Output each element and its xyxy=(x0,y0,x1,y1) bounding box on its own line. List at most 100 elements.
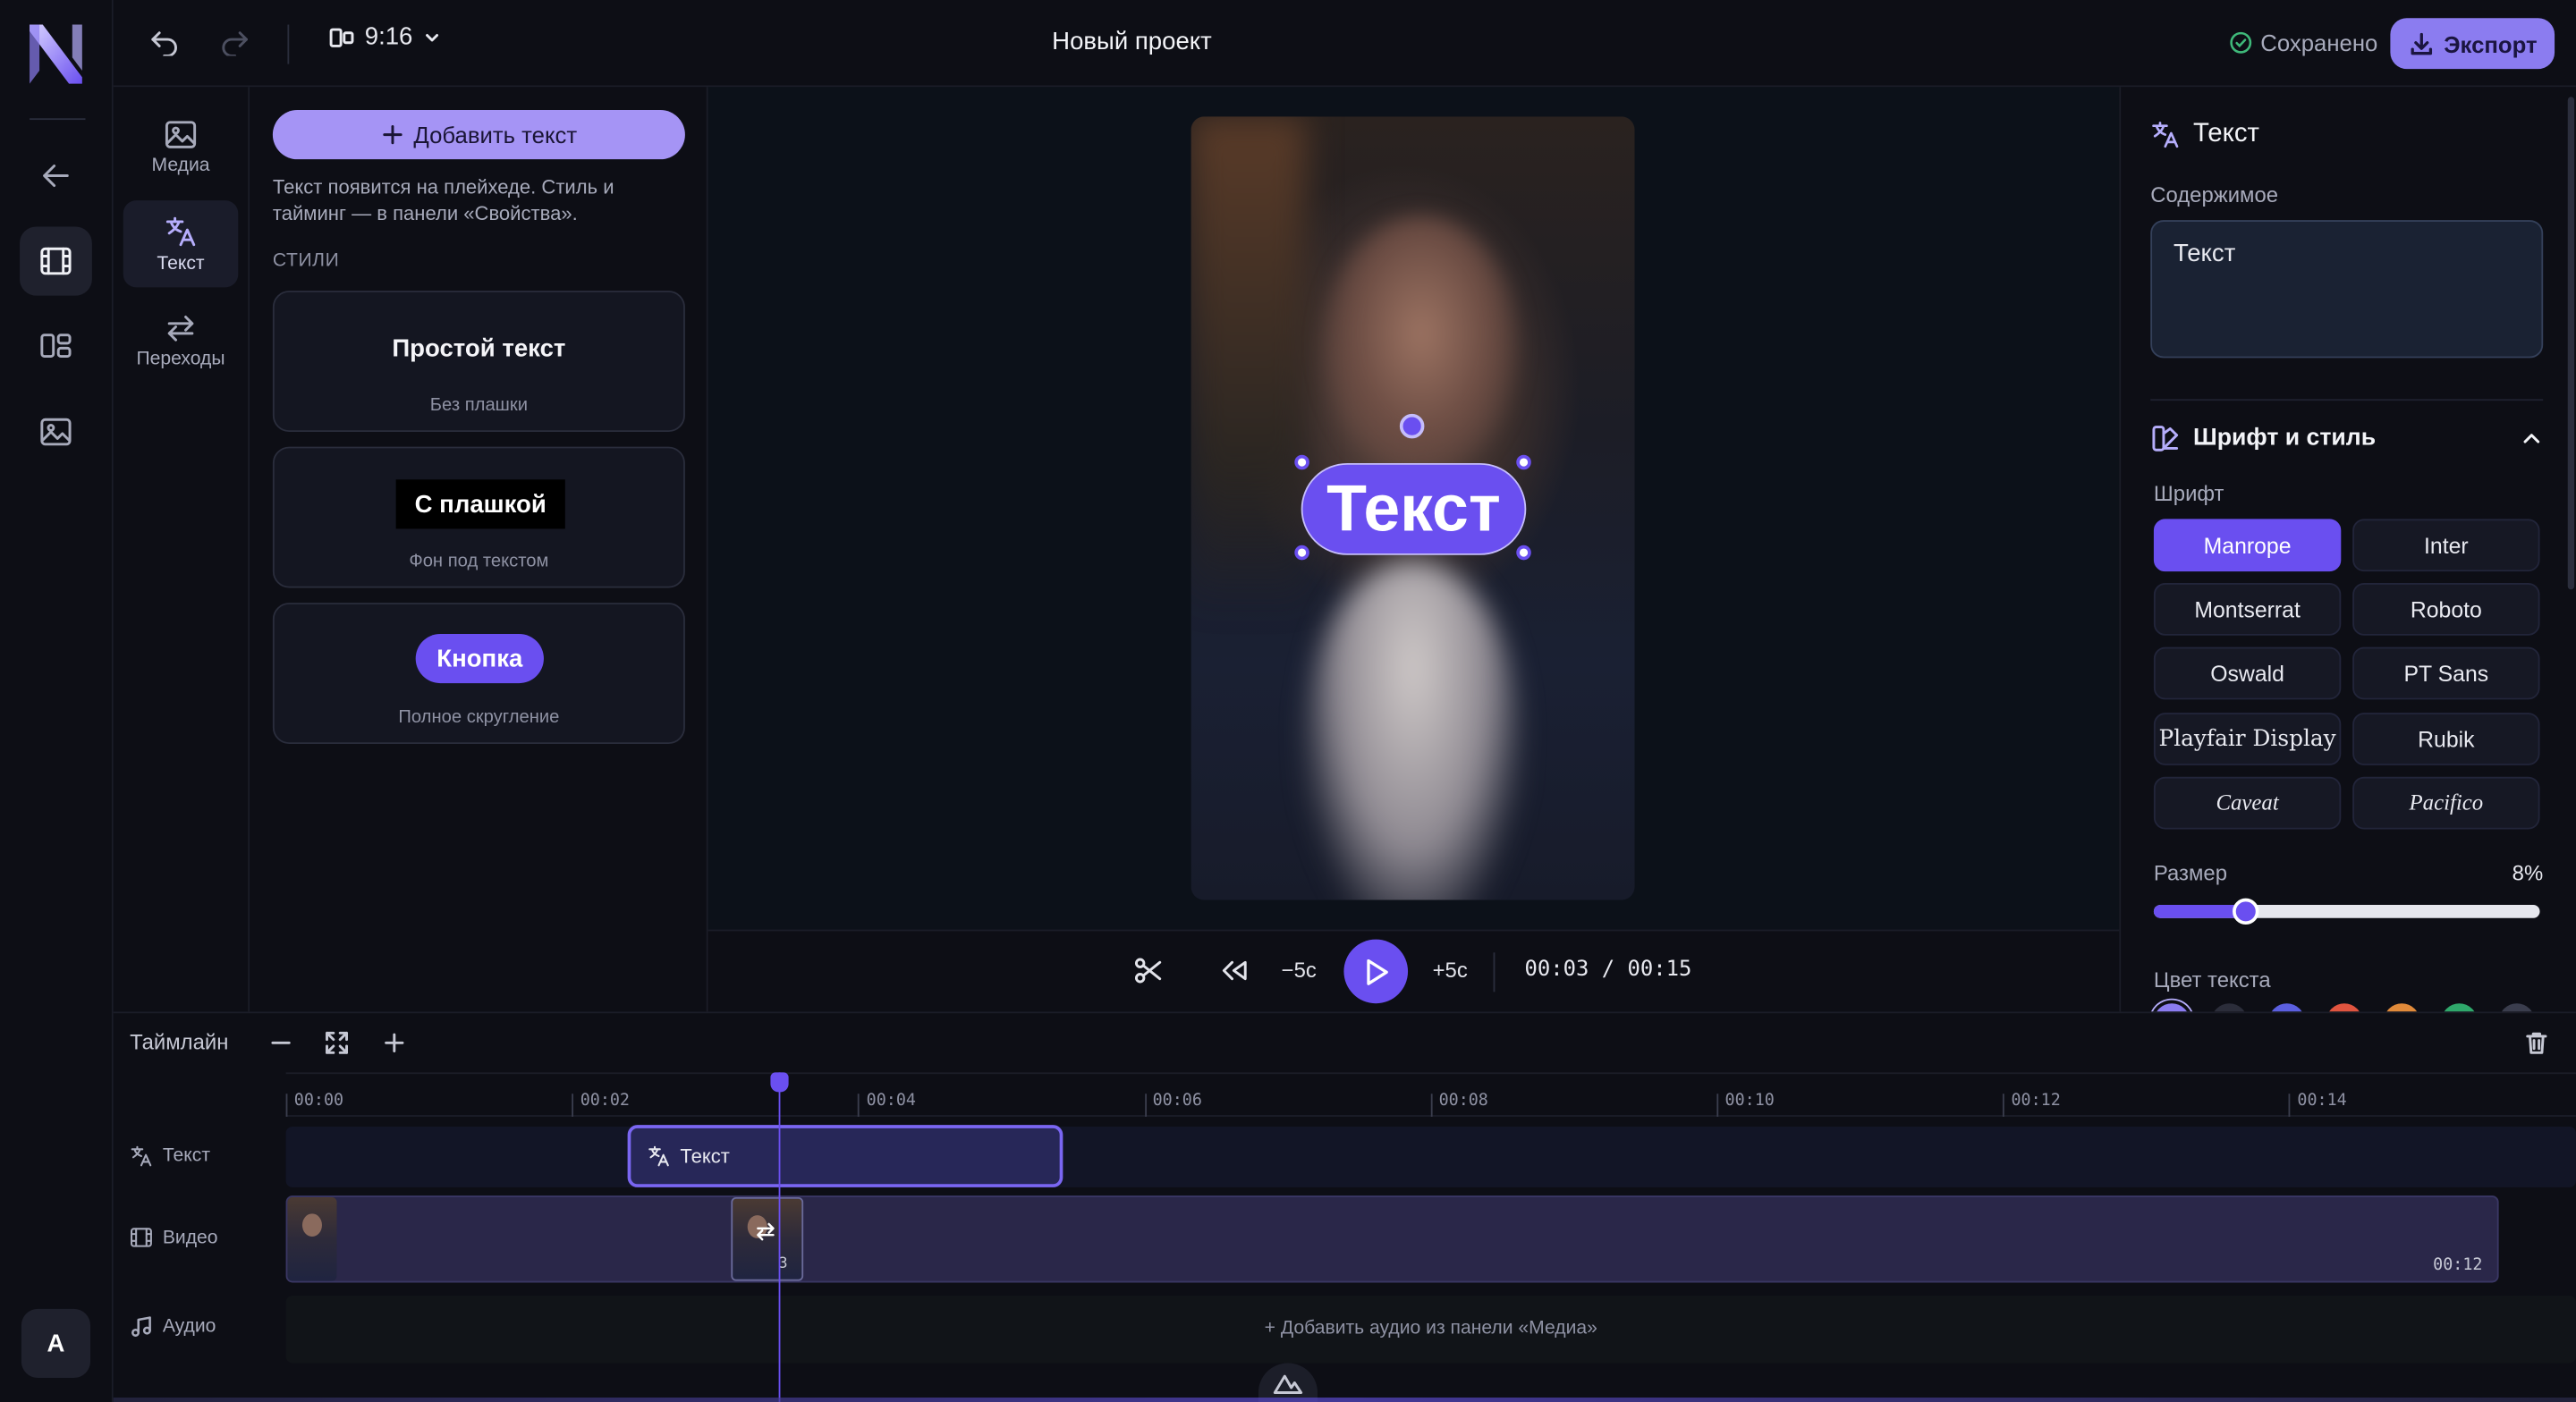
split-button[interactable] xyxy=(1133,956,1163,985)
properties-title-text: Текст xyxy=(2192,120,2259,148)
devtools-toggle[interactable] xyxy=(1258,1363,1318,1402)
export-label: Экспорт xyxy=(2444,30,2538,57)
back-5s-button[interactable]: −5с xyxy=(1282,958,1317,983)
image-icon xyxy=(165,120,197,148)
font-option-pacifico[interactable]: Pacifico xyxy=(2352,776,2540,830)
check-circle-icon xyxy=(2230,31,2252,54)
ruler-tick: 00:10 xyxy=(1716,1093,1775,1117)
rail-templates-button[interactable] xyxy=(20,312,92,381)
preview-text-overlay[interactable]: Текст xyxy=(1301,462,1527,555)
playhead-handle[interactable] xyxy=(770,1072,789,1093)
video-thumbnail xyxy=(287,1196,337,1281)
font-option-inter[interactable]: Inter xyxy=(2352,519,2540,572)
fit-timeline-button[interactable] xyxy=(324,1030,350,1056)
user-avatar[interactable]: A xyxy=(21,1308,91,1378)
add-audio-hint[interactable]: + Добавить аудио из панели «Медиа» xyxy=(286,1319,2576,1339)
tool-column: Медиа Текст Переходы xyxy=(113,87,250,1012)
font-option-pt-sans[interactable]: PT Sans xyxy=(2352,646,2540,700)
resize-handle-top-left[interactable] xyxy=(1294,454,1309,470)
delete-button[interactable] xyxy=(2523,1030,2549,1056)
ruler-tick: 00:00 xyxy=(285,1093,343,1117)
color-swatch[interactable] xyxy=(2326,1003,2363,1012)
rail-gallery-button[interactable] xyxy=(20,397,92,466)
size-slider[interactable] xyxy=(2153,898,2540,925)
redo-button[interactable] xyxy=(220,26,250,56)
style-card-button[interactable]: Кнопка Полное скругление xyxy=(272,603,685,745)
text-clip[interactable]: Текст xyxy=(627,1125,1063,1187)
properties-scrollbar[interactable] xyxy=(2567,97,2575,590)
transport-divider xyxy=(1493,952,1496,992)
aspect-ratio-select[interactable]: 9:16 xyxy=(328,23,442,51)
text-color-label: Цвет текста xyxy=(2153,967,2271,992)
translate-text-icon xyxy=(165,215,196,246)
back-button[interactable] xyxy=(20,141,92,210)
size-value: 8% xyxy=(2512,860,2544,885)
project-title[interactable]: Новый проект xyxy=(803,28,1461,55)
content-textarea[interactable]: Текст xyxy=(2150,220,2544,359)
tool-media[interactable]: Медиа xyxy=(123,104,239,190)
content-label: Содержимое xyxy=(2150,182,2279,207)
bottom-accent-line xyxy=(113,1398,2576,1402)
color-swatch[interactable] xyxy=(2384,1003,2420,1012)
translate-text-icon xyxy=(131,1145,152,1167)
forward-5s-button[interactable]: +5с xyxy=(1433,958,1468,983)
skip-back-icon xyxy=(1222,960,1247,981)
add-text-button[interactable]: Добавить текст xyxy=(272,110,685,160)
style-card-plain[interactable]: Простой текст Без плашки xyxy=(272,291,685,433)
redo-icon xyxy=(222,31,248,56)
style-plate-subtitle: Фон под текстом xyxy=(409,552,549,572)
style-card-plate[interactable]: С плашкой Фон под текстом xyxy=(272,446,685,588)
font-option-roboto[interactable]: Roboto xyxy=(2352,583,2540,636)
film-icon xyxy=(130,1228,152,1247)
top-bar: 9:16 Новый проект Сохранено Экспорт xyxy=(113,0,2576,88)
font-option-montserrat[interactable]: Montserrat xyxy=(2153,583,2342,636)
style-plain-title: Простой текст xyxy=(392,334,566,363)
font-option-oswald[interactable]: Oswald xyxy=(2153,646,2342,700)
font-option-manrope[interactable]: Manrope xyxy=(2153,519,2342,572)
font-label: Шрифт xyxy=(2153,481,2224,506)
font-option-rubik[interactable]: Rubik xyxy=(2352,713,2540,765)
color-swatch[interactable] xyxy=(2441,1003,2478,1012)
translate-text-icon xyxy=(648,1145,669,1167)
chevron-down-icon xyxy=(426,33,439,41)
jump-start-button[interactable] xyxy=(1221,958,1250,984)
timecode: 00:03 / 00:15 xyxy=(1524,958,1691,983)
transport-bar: −5с +5с 00:03 / 00:15 xyxy=(708,929,2120,1012)
font-option-playfair-display[interactable]: Playfair Display xyxy=(2153,713,2342,765)
playhead-line[interactable] xyxy=(778,1072,781,1402)
style-plain-subtitle: Без плашки xyxy=(429,395,529,416)
transition-swap-icon xyxy=(754,1222,777,1242)
color-swatch[interactable] xyxy=(2268,1003,2305,1012)
download-icon xyxy=(2410,31,2432,55)
time-separator: / xyxy=(1601,957,1615,983)
zoom-out-button[interactable] xyxy=(267,1030,293,1056)
color-swatch[interactable] xyxy=(2211,1003,2248,1012)
resize-handle-bottom-right[interactable] xyxy=(1516,545,1531,561)
time-ruler[interactable]: 00:00 00:02 00:04 00:06 00:08 00:10 00:12 00:14 xyxy=(285,1072,2576,1117)
video-clip[interactable] xyxy=(285,1195,2499,1283)
current-time: 00:03 xyxy=(1524,957,1589,983)
play-button[interactable] xyxy=(1343,939,1409,1004)
tool-text-label: Текст xyxy=(157,253,205,274)
undo-button[interactable] xyxy=(149,26,179,56)
export-button[interactable]: Экспорт xyxy=(2390,18,2555,70)
rotate-handle-icon[interactable] xyxy=(1399,413,1425,439)
font-option-caveat[interactable]: Caveat xyxy=(2153,776,2342,830)
track-label-video: Видео xyxy=(130,1227,218,1248)
app-logo[interactable] xyxy=(26,21,85,87)
color-swatch[interactable] xyxy=(2498,1003,2536,1012)
zoom-in-button[interactable] xyxy=(381,1030,407,1056)
ruler-tick: 00:08 xyxy=(1430,1093,1488,1117)
resize-handle-top-right[interactable] xyxy=(1516,454,1531,470)
rail-editor-button[interactable] xyxy=(20,226,92,296)
swap-arrows-icon xyxy=(167,315,194,341)
tool-transitions[interactable]: Переходы xyxy=(123,297,239,384)
video-subject-face xyxy=(1322,215,1520,478)
font-style-section-header[interactable]: Шрифт и стиль xyxy=(2150,424,2543,453)
rail-divider xyxy=(30,118,86,121)
tool-text[interactable]: Текст xyxy=(123,200,239,288)
color-swatch[interactable] xyxy=(2153,1003,2190,1012)
size-slider-knob[interactable] xyxy=(2233,898,2259,925)
total-time: 00:15 xyxy=(1627,957,1692,983)
resize-handle-bottom-left[interactable] xyxy=(1294,545,1309,561)
